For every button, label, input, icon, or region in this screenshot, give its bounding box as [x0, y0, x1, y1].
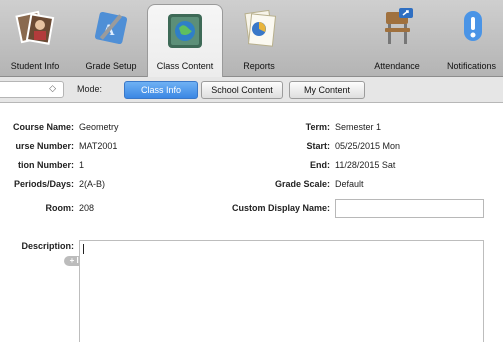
reports-icon — [244, 9, 277, 47]
course-name-value: Geometry — [79, 122, 119, 132]
notifications-icon — [463, 11, 482, 41]
tab-label: Student Info — [10, 61, 60, 71]
course-number-value: MAT2001 — [79, 141, 118, 151]
start-label: Start: — [306, 141, 330, 151]
tab-label: Reports — [243, 61, 275, 71]
periods-days-label: Periods/Days: — [13, 179, 74, 189]
section-number-value: 1 — [79, 160, 85, 170]
tab-notifications[interactable]: Notifications — [440, 0, 503, 76]
mode-my-content-button[interactable]: My Content — [289, 81, 365, 99]
grade-setup-icon: A — [94, 11, 128, 45]
attendance-chair-icon — [385, 8, 413, 44]
grade-scale-label: Grade Scale: — [274, 179, 330, 189]
tab-student-info[interactable]: Student Info — [0, 0, 70, 76]
course-number-label: urse Number: — [15, 141, 74, 151]
end-label: End: — [310, 160, 330, 170]
text-caret — [83, 244, 84, 254]
mode-school-content-button[interactable]: School Content — [201, 81, 283, 99]
mode-label: Mode: — [77, 84, 103, 94]
student-photos-icon — [15, 10, 55, 45]
tab-grade-setup[interactable]: A Grade Setup — [78, 0, 144, 76]
room-value: 208 — [79, 203, 95, 213]
stepper-arrows-icon: ◇ — [49, 83, 56, 93]
mode-class-info-button[interactable]: Class Info — [124, 81, 198, 99]
section-number-label: tion Number: — [18, 160, 74, 170]
class-selector-stepper[interactable]: ◇ — [0, 81, 64, 98]
term-value: Semester 1 — [335, 122, 382, 132]
description-label: Description: — [21, 241, 74, 251]
course-name-label: Course Name: — [12, 122, 74, 132]
custom-display-name-input[interactable] — [335, 199, 484, 218]
custom-display-name-label: Custom Display Name: — [231, 203, 330, 213]
grade-scale-value: Default — [335, 179, 364, 189]
tab-label: Attendance — [374, 61, 420, 71]
room-label: Room: — [45, 203, 75, 213]
mode-bar: ◇ Mode: Class Info School Content My Con… — [0, 77, 503, 103]
tab-label: Class Content — [156, 61, 214, 71]
tab-label: Notifications — [446, 61, 497, 71]
description-textarea[interactable] — [79, 240, 484, 342]
main-toolbar: Student Info A Grade Setup Class Content… — [0, 0, 503, 77]
term-label: Term: — [305, 122, 330, 132]
end-value: 11/28/2015 Sat — [335, 160, 396, 170]
periods-days-value: 2(A-B) — [79, 179, 106, 189]
tab-reports[interactable]: Reports — [222, 0, 296, 76]
tab-label: Grade Setup — [85, 61, 137, 71]
tab-attendance[interactable]: Attendance — [360, 0, 434, 76]
tab-class-content[interactable]: Class Content — [147, 4, 223, 77]
class-content-icon — [168, 14, 202, 48]
start-value: 05/25/2015 Mon — [335, 141, 401, 151]
